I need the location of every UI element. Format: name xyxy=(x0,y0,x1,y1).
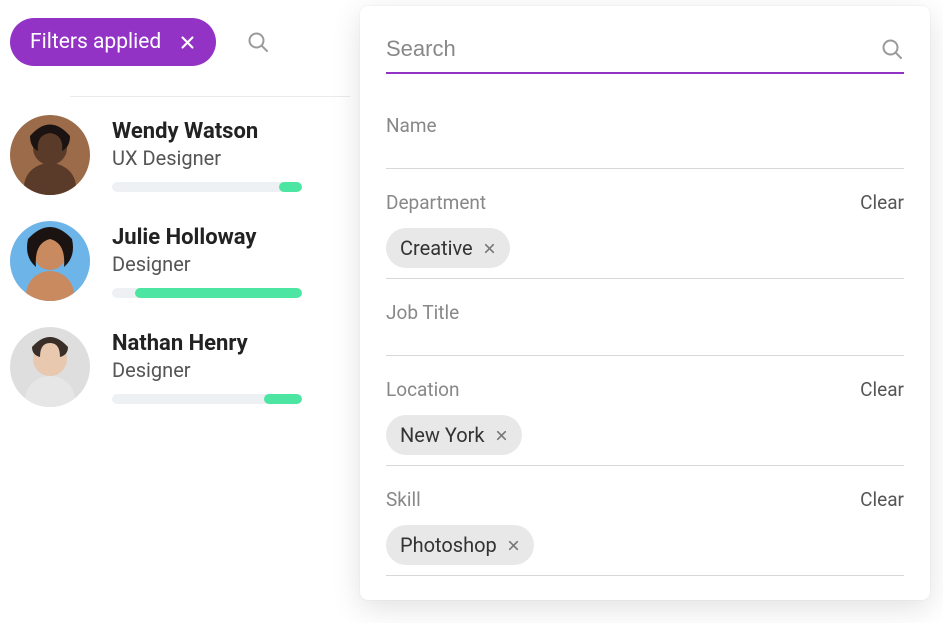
person-name: Wendy Watson xyxy=(112,119,350,144)
avatar xyxy=(10,115,90,195)
avatar xyxy=(10,327,90,407)
list-item[interactable]: Julie Holloway Designer xyxy=(10,221,350,301)
divider xyxy=(70,96,350,97)
person-name: Julie Holloway xyxy=(112,225,350,250)
list-item[interactable]: Nathan Henry Designer xyxy=(10,327,350,407)
search-icon[interactable] xyxy=(880,37,904,61)
person-title: Designer xyxy=(112,358,350,382)
skill-chip-row[interactable]: Photoshop xyxy=(386,519,904,576)
list-item[interactable]: Wendy Watson UX Designer xyxy=(10,115,350,195)
progress-fill xyxy=(264,394,302,404)
avatar xyxy=(10,221,90,301)
person-name: Nathan Henry xyxy=(112,331,350,356)
chip-label: Creative xyxy=(400,236,473,260)
search-icon[interactable] xyxy=(246,30,270,54)
close-icon[interactable] xyxy=(483,242,496,255)
location-chip-row[interactable]: New York xyxy=(386,409,904,466)
filter-chip: New York xyxy=(386,415,522,455)
progress-bar xyxy=(112,394,302,404)
filters-applied-pill[interactable]: Filters applied xyxy=(10,18,216,66)
filters-applied-label: Filters applied xyxy=(30,30,161,54)
job-title-filter-label: Job Title xyxy=(386,301,904,324)
department-clear-button[interactable]: Clear xyxy=(860,191,904,214)
search-input[interactable] xyxy=(386,36,880,62)
department-chip-row[interactable]: Creative xyxy=(386,222,904,279)
chip-label: New York xyxy=(400,423,485,447)
name-filter-label: Name xyxy=(386,114,904,137)
name-filter-input[interactable] xyxy=(386,137,904,169)
people-list: Wendy Watson UX Designer Julie Holloway … xyxy=(10,115,350,407)
person-title: Designer xyxy=(112,252,350,276)
close-icon[interactable] xyxy=(507,539,520,552)
department-filter-label: Department xyxy=(386,191,486,214)
progress-bar xyxy=(112,182,302,192)
progress-bar xyxy=(112,288,302,298)
progress-fill xyxy=(135,288,302,298)
location-clear-button[interactable]: Clear xyxy=(860,378,904,401)
chip-label: Photoshop xyxy=(400,533,497,557)
close-icon[interactable] xyxy=(179,34,196,51)
person-title: UX Designer xyxy=(112,146,350,170)
skill-filter-label: Skill xyxy=(386,488,421,511)
filter-chip: Photoshop xyxy=(386,525,534,565)
job-title-filter-input[interactable] xyxy=(386,324,904,356)
location-filter-label: Location xyxy=(386,378,460,401)
filter-chip: Creative xyxy=(386,228,510,268)
skill-clear-button[interactable]: Clear xyxy=(860,488,904,511)
filter-panel: Name Department Clear Creative Job Title… xyxy=(360,6,930,600)
close-icon[interactable] xyxy=(495,429,508,442)
progress-fill xyxy=(279,182,302,192)
